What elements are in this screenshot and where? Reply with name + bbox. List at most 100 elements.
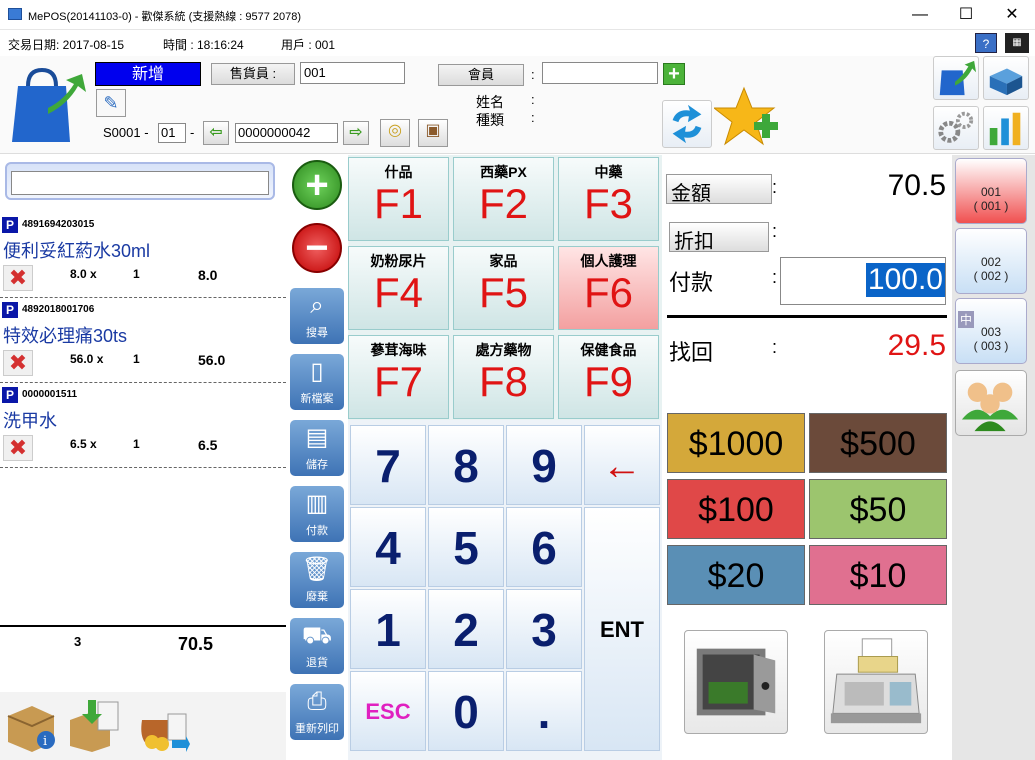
category-f7[interactable]: 蔘茸海味 F7 bbox=[348, 335, 449, 419]
account-002-button[interactable]: 002 ( 002 ) bbox=[955, 228, 1027, 294]
receipt-sub-field[interactable]: 01 bbox=[158, 123, 186, 143]
item-qty[interactable]: 1 bbox=[133, 267, 140, 281]
add-member-icon[interactable]: + bbox=[663, 63, 685, 85]
delete-item-icon[interactable]: ✖ bbox=[3, 265, 33, 291]
package-info-icon[interactable]: i bbox=[2, 696, 60, 754]
cart-item-1[interactable]: P 4891694203015 便利妥紅葯水30ml ✖ 8.0 x 1 8.0 bbox=[0, 213, 286, 298]
next-receipt-button[interactable]: ⇨ bbox=[343, 121, 369, 145]
bar-chart-icon[interactable] bbox=[983, 106, 1029, 150]
cart-return-icon: ⛟ bbox=[301, 622, 333, 649]
prev-receipt-button[interactable]: ⇦ bbox=[203, 121, 229, 145]
category-f3[interactable]: 中藥 F3 bbox=[558, 157, 659, 241]
help-icon[interactable]: ? bbox=[975, 33, 997, 53]
gears-icon[interactable] bbox=[933, 106, 979, 150]
cash-drawer-button[interactable] bbox=[684, 630, 788, 734]
account-003-button[interactable]: 中 003 ( 003 ) bbox=[955, 298, 1027, 364]
void-button[interactable]: 🗑 廢棄 bbox=[290, 552, 344, 608]
key-enter[interactable]: ENT bbox=[584, 507, 660, 751]
key-0[interactable]: 0 bbox=[428, 671, 504, 751]
reprint-button-label: 重新列印 bbox=[295, 723, 339, 735]
new-file-button[interactable]: ▯ 新檔案 bbox=[290, 354, 344, 410]
minimize-button[interactable]: — bbox=[897, 0, 943, 30]
delete-item-icon[interactable]: ✖ bbox=[3, 435, 33, 461]
coins-icon[interactable]: ◎ bbox=[380, 119, 410, 147]
key-2[interactable]: 2 bbox=[428, 589, 504, 669]
paid-input[interactable]: 100.0 bbox=[780, 257, 946, 305]
cart-item-3[interactable]: P 0000001511 洗甲水 ✖ 6.5 x 1 6.5 bbox=[0, 383, 286, 468]
bag-export-icon[interactable] bbox=[933, 56, 979, 100]
settings-box-icon[interactable] bbox=[983, 56, 1029, 100]
refresh-icon[interactable] bbox=[662, 100, 712, 148]
salesperson-button[interactable]: 售貨員 : bbox=[211, 63, 295, 85]
item-qty[interactable]: 1 bbox=[133, 352, 140, 366]
barcode-search-box bbox=[5, 162, 275, 200]
reprint-button[interactable]: ⎙ 重新列印 bbox=[290, 684, 344, 740]
edit-icon[interactable]: ✎ bbox=[96, 89, 126, 117]
package-import-icon[interactable] bbox=[66, 696, 124, 754]
key-8[interactable]: 8 bbox=[428, 425, 504, 505]
category-f6[interactable]: 個人護理 F6 bbox=[558, 246, 659, 330]
paid-label: 付款 bbox=[669, 270, 714, 295]
item-name: 特效必理痛30ts bbox=[3, 326, 128, 346]
member-button[interactable]: 會員 bbox=[438, 64, 524, 86]
key-escape[interactable]: ESC bbox=[350, 671, 426, 751]
salesperson-field[interactable]: 001 bbox=[300, 62, 405, 84]
search-button[interactable]: ⌕ 搜尋 bbox=[290, 288, 344, 344]
item-price: 56.0 x bbox=[70, 352, 104, 366]
close-button[interactable]: ✕ bbox=[989, 0, 1035, 30]
cash-500-button[interactable]: $500 bbox=[809, 413, 947, 473]
barcode-input[interactable] bbox=[11, 171, 269, 195]
key-1[interactable]: 1 bbox=[350, 589, 426, 669]
cash-50-button[interactable]: $50 bbox=[809, 479, 947, 539]
key-9[interactable]: 9 bbox=[506, 425, 582, 505]
category-f1[interactable]: 什品 F1 bbox=[348, 157, 449, 241]
category-f4[interactable]: 奶粉尿片 F4 bbox=[348, 246, 449, 330]
member-field[interactable] bbox=[542, 62, 658, 84]
box-icon[interactable]: ▣ bbox=[418, 119, 448, 147]
cash-1000-button[interactable]: $1000 bbox=[667, 413, 805, 473]
key-3[interactable]: 3 bbox=[506, 589, 582, 669]
shopping-bag-icon bbox=[12, 67, 86, 142]
category-f2[interactable]: 西藥PX F2 bbox=[453, 157, 554, 241]
category-f9[interactable]: 保健食品 F9 bbox=[558, 335, 659, 419]
category-f5[interactable]: 家品 F5 bbox=[453, 246, 554, 330]
cash-100-button[interactable]: $100 bbox=[667, 479, 805, 539]
customers-button[interactable] bbox=[955, 370, 1027, 436]
bottom-toolbar: i bbox=[0, 692, 286, 760]
clapper-icon[interactable]: ▦ bbox=[1005, 33, 1029, 53]
cash-20-button[interactable]: $20 bbox=[667, 545, 805, 605]
star-add-icon[interactable] bbox=[712, 86, 780, 150]
printer-icon: ⎙ bbox=[307, 688, 327, 715]
save-button[interactable]: ▤ 儲存 bbox=[290, 420, 344, 476]
delete-item-icon[interactable]: ✖ bbox=[3, 350, 33, 376]
discount-label-button[interactable]: 折扣 bbox=[669, 222, 769, 253]
add-item-button[interactable]: + bbox=[292, 160, 342, 210]
key-dot[interactable]: . bbox=[506, 671, 582, 751]
key-4[interactable]: 4 bbox=[350, 507, 426, 587]
item-code: 0000001511 bbox=[22, 389, 78, 400]
cash-register-button[interactable] bbox=[824, 630, 928, 734]
cart-item-2[interactable]: P 4892018001706 特效必理痛30ts ✖ 56.0 x 1 56.… bbox=[0, 298, 286, 383]
discount-colon: : bbox=[772, 221, 778, 241]
key-5[interactable]: 5 bbox=[428, 507, 504, 587]
return-button-label: 退貨 bbox=[306, 657, 328, 669]
maximize-button[interactable]: ☐ bbox=[943, 0, 989, 30]
category-name: 中藥 bbox=[594, 164, 623, 180]
cash-10-button[interactable]: $10 bbox=[809, 545, 947, 605]
payment-button[interactable]: ▥ 付款 bbox=[290, 486, 344, 542]
money-bag-icon[interactable] bbox=[132, 696, 190, 754]
category-f8[interactable]: 處方藥物 F8 bbox=[453, 335, 554, 419]
search-icon: ⌕ bbox=[310, 292, 324, 319]
amount-label-button[interactable]: 金額 bbox=[666, 174, 772, 205]
account-code: 001 bbox=[980, 185, 1002, 199]
item-qty[interactable]: 1 bbox=[133, 437, 140, 451]
receipt-number-field[interactable]: 0000000042 bbox=[235, 123, 338, 143]
header-panel: 新增 售貨員 : 001 會員 : + 姓名 : 種類 : ✎ S0001 - … bbox=[0, 56, 1035, 154]
transaction-date: 交易日期: 2017-08-15 bbox=[8, 38, 125, 52]
remove-item-button[interactable]: − bbox=[292, 223, 342, 273]
account-001-button[interactable]: 001 ( 001 ) bbox=[955, 158, 1027, 224]
return-button[interactable]: ⛟ 退貨 bbox=[290, 618, 344, 674]
key-7[interactable]: 7 bbox=[350, 425, 426, 505]
key-6[interactable]: 6 bbox=[506, 507, 582, 587]
key-backspace[interactable]: ← bbox=[584, 425, 660, 505]
